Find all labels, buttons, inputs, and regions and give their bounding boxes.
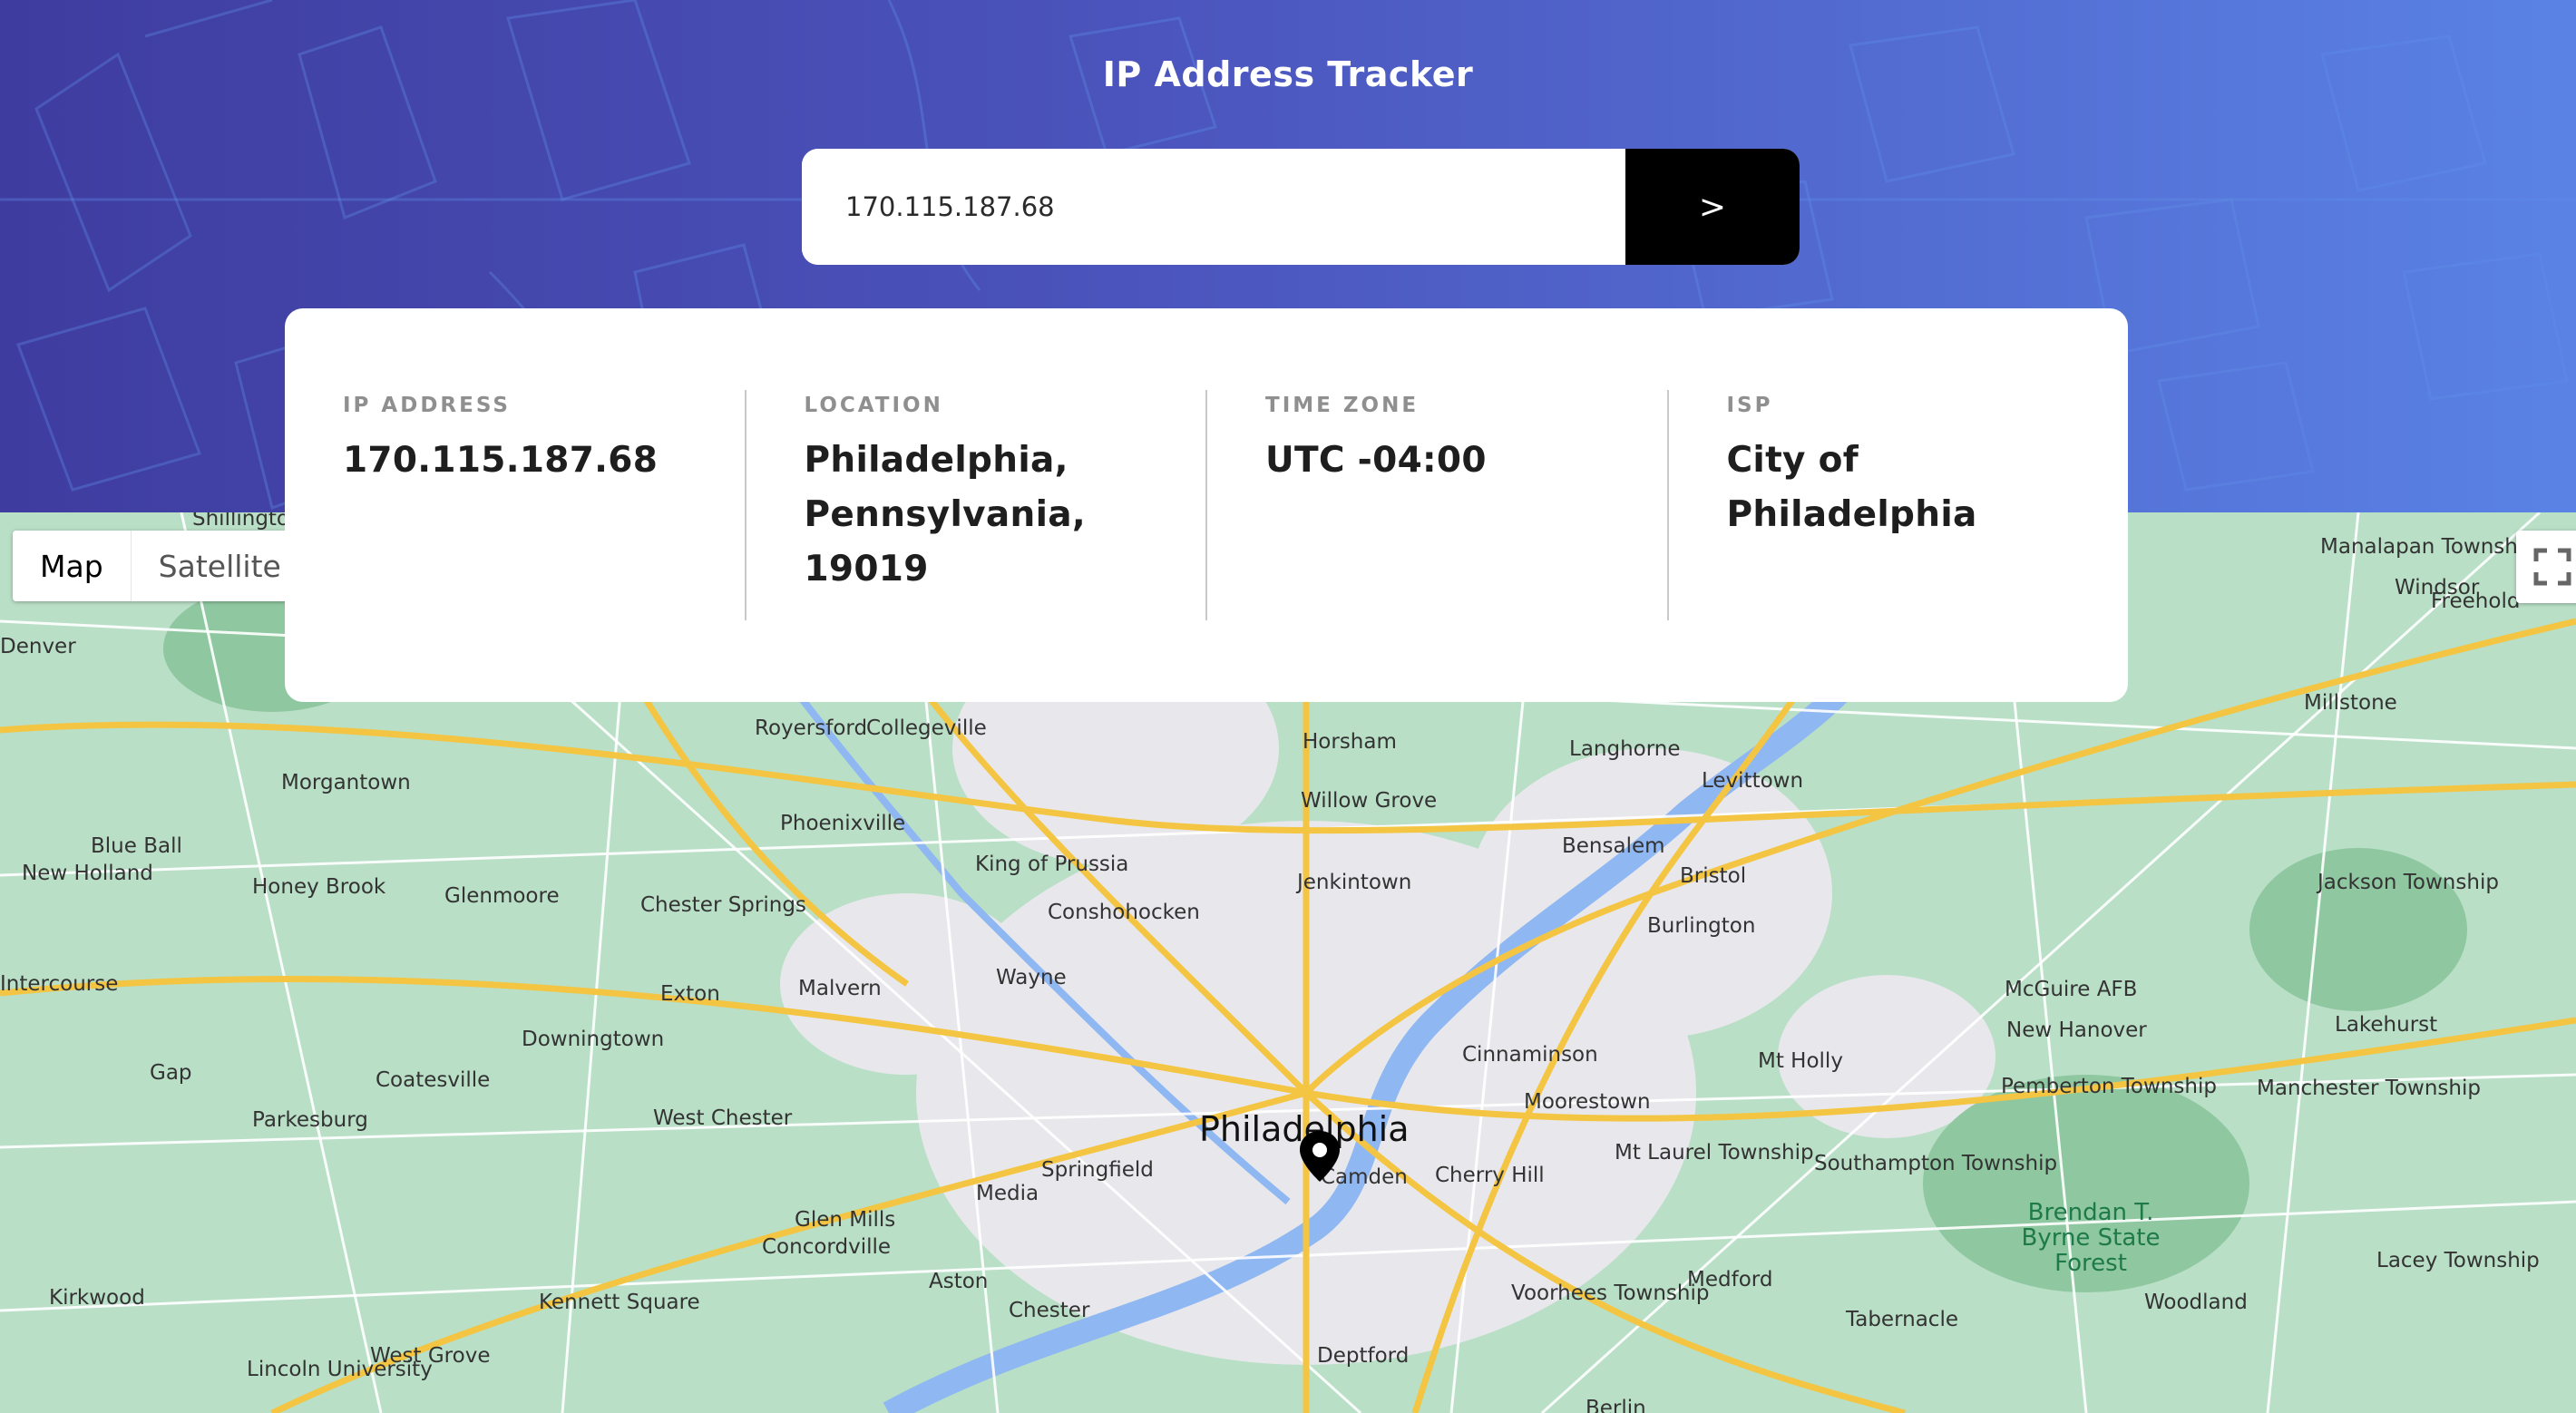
- map-place-label: Millstone: [2304, 691, 2397, 715]
- map-place-label: King of Prussia: [975, 853, 1129, 876]
- map-place-label: Gap: [150, 1061, 192, 1085]
- map-place-label: Bristol: [1680, 864, 1747, 888]
- map-type-satellite-button[interactable]: Satellite: [131, 531, 308, 601]
- map-place-label: Lacey Township: [2376, 1249, 2540, 1272]
- map-place-label: Cinnaminson: [1462, 1043, 1598, 1067]
- map-place-label: Springfield: [1041, 1158, 1154, 1182]
- map-place-label: Horsham: [1303, 730, 1397, 754]
- map-place-label: Voorhees Township: [1511, 1281, 1710, 1305]
- map-place-label: Medford: [1687, 1268, 1773, 1291]
- map-place-label: Lakehurst: [2335, 1013, 2438, 1037]
- map-type-control: Map Satellite: [13, 531, 308, 601]
- map-place-label: McGuire AFB: [2005, 978, 2138, 1001]
- map-place-label: Deptford: [1317, 1344, 1410, 1368]
- map-place-label: Jackson Township: [2317, 871, 2499, 894]
- map-place-label: Honey Brook: [252, 875, 386, 899]
- map-place-label: Southampton Township: [1814, 1152, 2058, 1175]
- app-root: IP Address Tracker > IP ADDRESS 170.115.…: [0, 0, 2576, 1413]
- isp-value: City of Philadelphia: [1726, 440, 1977, 535]
- map-place-label: New Holland: [22, 862, 153, 885]
- map-place-label: Denver: [0, 635, 76, 658]
- map-place-label: Jenkintown: [1297, 871, 1412, 894]
- map-place-label: Conshohocken: [1048, 901, 1200, 924]
- ip-address-label: IP ADDRESS: [343, 394, 511, 417]
- map-place-label: Mt Holly: [1758, 1049, 1843, 1073]
- ip-address-section: IP ADDRESS 170.115.187.68: [285, 390, 745, 620]
- map-place-label: Concordville: [762, 1235, 892, 1259]
- map-place-label: Berlin: [1586, 1397, 1646, 1413]
- map-place-label: Bensalem: [1562, 834, 1665, 858]
- location-pin-icon[interactable]: [1297, 1129, 1342, 1184]
- map-place-label: New Hanover: [2006, 1018, 2147, 1042]
- map-place-label: Royersford: [755, 716, 868, 740]
- map-place-label: Media: [976, 1182, 1039, 1205]
- timezone-value: UTC -04:00: [1265, 440, 1487, 481]
- map-place-label: Morgantown: [281, 771, 411, 794]
- map-place-label: Tabernacle: [1846, 1308, 1958, 1331]
- map-place-label: Parkesburg: [252, 1108, 368, 1132]
- location-value: Philadelphia, Pennsylvania, 19019: [804, 440, 1086, 590]
- map-place-label: Manalapan Township: [2320, 535, 2537, 559]
- map-place-label: Willow Grove: [1301, 789, 1438, 813]
- map-place-label: Cherry Hill: [1435, 1164, 1545, 1187]
- map-place-label: Kirkwood: [49, 1286, 145, 1310]
- map-place-label: Moorestown: [1524, 1090, 1651, 1114]
- map-place-label: Burlington: [1647, 914, 1756, 938]
- map-place-label: Lincoln University: [247, 1358, 433, 1381]
- search-bar: >: [802, 149, 1800, 265]
- map-place-label: Collegeville: [866, 716, 987, 740]
- map-place-label: Blue Ball: [91, 834, 182, 858]
- ip-address-value: 170.115.187.68: [343, 440, 659, 481]
- map-place-label: Langhorne: [1569, 737, 1681, 761]
- map-place-label: Manchester Township: [2257, 1077, 2481, 1100]
- map-place-label: Mt Laurel Township: [1615, 1141, 1814, 1165]
- map-place-label: Kennett Square: [539, 1291, 700, 1314]
- location-label: LOCATION: [804, 394, 943, 417]
- isp-label: ISP: [1726, 394, 1773, 417]
- search-submit-button[interactable]: >: [1625, 149, 1800, 265]
- map-place-label: Windsor: [2395, 576, 2480, 599]
- timezone-label: TIME ZONE: [1265, 394, 1420, 417]
- map-place-label: Woodland: [2144, 1291, 2248, 1314]
- map-place-label: Levittown: [1702, 769, 1804, 793]
- fullscreen-icon: [2533, 548, 2571, 586]
- map-place-label: Glenmoore: [444, 884, 560, 908]
- map-place-label: Malvern: [798, 977, 882, 1000]
- map-place-label: Chester: [1009, 1299, 1090, 1322]
- map-place-label: West Chester: [653, 1106, 793, 1130]
- map-place-label: Aston: [929, 1270, 989, 1293]
- map-place-label: Phoenixville: [780, 812, 906, 835]
- map-place-label: Coatesville: [376, 1068, 491, 1092]
- ip-search-input[interactable]: [802, 149, 1625, 265]
- map-place-label: Glen Mills: [795, 1208, 896, 1232]
- ip-info-card: IP ADDRESS 170.115.187.68 LOCATION Phila…: [285, 308, 2128, 702]
- location-section: LOCATION Philadelphia, Pennsylvania, 190…: [744, 390, 1206, 620]
- page-title: IP Address Tracker: [1102, 54, 1474, 94]
- map-place-label: Exton: [660, 982, 720, 1006]
- isp-section: ISP City of Philadelphia: [1666, 390, 2129, 620]
- fullscreen-button[interactable]: [2516, 531, 2576, 603]
- map-place-label: Intercourse: [0, 972, 119, 996]
- map-place-label: Chester Springs: [640, 893, 806, 917]
- map-place-label: Wayne: [996, 966, 1067, 989]
- map-place-label: Pemberton Township: [2001, 1075, 2217, 1098]
- timezone-section: TIME ZONE UTC -04:00: [1205, 390, 1667, 620]
- map-place-label: Downingtown: [522, 1028, 665, 1051]
- map-type-map-button[interactable]: Map: [13, 531, 132, 601]
- map-park-label: Brendan T. Byrne State Forest: [2021, 1199, 2161, 1277]
